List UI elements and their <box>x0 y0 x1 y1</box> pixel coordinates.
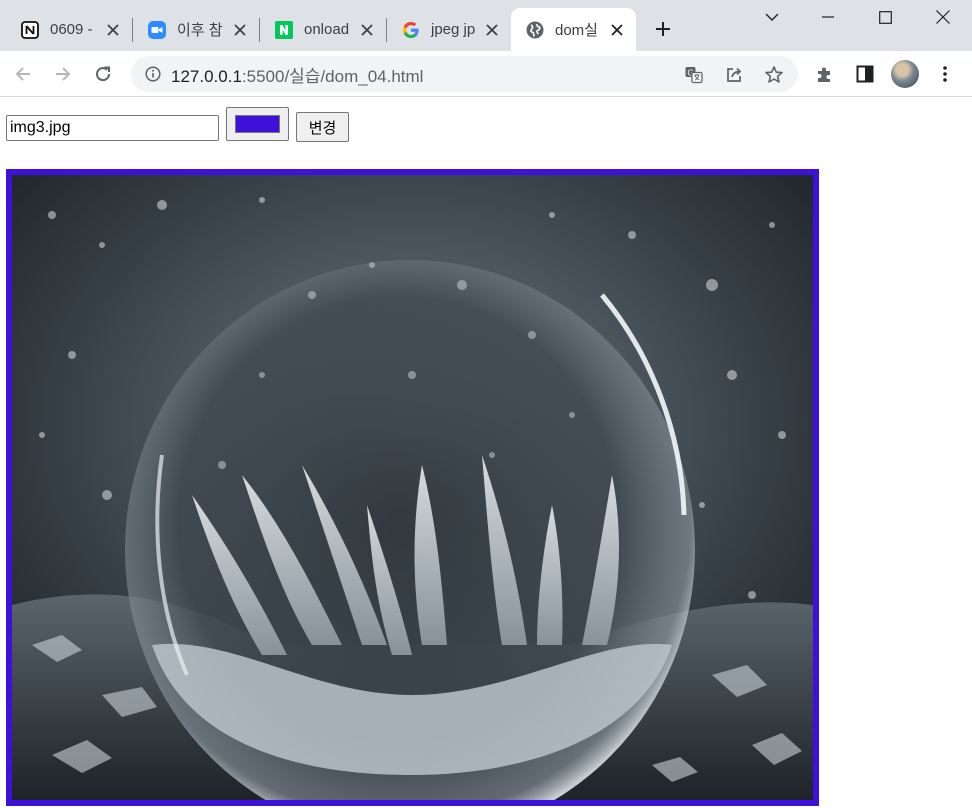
color-swatch <box>235 115 280 133</box>
address-bar[interactable]: 127.0.0.1:5500/실습/dom_04.html G <box>131 56 798 92</box>
plus-icon <box>656 22 670 36</box>
more-vert-icon <box>943 66 947 82</box>
arrow-left-icon <box>15 67 30 81</box>
puzzle-icon <box>818 67 830 82</box>
tab-dom-active[interactable]: dom실 <box>511 8 636 51</box>
close-icon[interactable] <box>104 21 122 39</box>
tab-title: 0609 - <box>50 21 93 38</box>
tab-strip: 0609 - 이후 참 onload jpeg jp dom실 <box>0 0 972 51</box>
side-panel-icon <box>856 65 874 83</box>
chevron-down-icon <box>765 13 779 21</box>
tab-title: 이후 참 <box>177 22 223 39</box>
translate-icon[interactable]: G <box>683 64 705 86</box>
share-icon[interactable] <box>723 64 745 86</box>
tab-title: onload <box>304 21 350 38</box>
url-text: 127.0.0.1:5500/실습/dom_04.html <box>171 62 423 87</box>
reload-icon <box>96 66 111 82</box>
minimize-icon <box>822 16 834 18</box>
back-button[interactable] <box>8 59 38 89</box>
tab-zoom[interactable]: 이후 참 <box>133 8 259 51</box>
close-icon[interactable] <box>608 21 626 39</box>
minimize-button[interactable] <box>805 0 851 34</box>
tab-notion[interactable]: 0609 - <box>6 8 132 51</box>
close-icon[interactable] <box>358 21 376 39</box>
browser-toolbar: 127.0.0.1:5500/실습/dom_04.html G <box>0 51 972 97</box>
close-window-button[interactable] <box>920 0 966 34</box>
extensions-button[interactable] <box>810 59 840 89</box>
tab-google[interactable]: jpeg jp <box>387 8 511 51</box>
close-icon[interactable] <box>483 21 501 39</box>
maximize-icon <box>878 10 892 24</box>
globe-icon <box>525 20 545 40</box>
notion-icon <box>20 20 40 40</box>
close-icon <box>936 10 950 24</box>
url-host: 127.0.0.1 <box>171 66 242 86</box>
close-icon[interactable] <box>231 21 249 39</box>
new-tab-button[interactable] <box>650 16 676 42</box>
page-content: 변경 <box>0 97 972 808</box>
url-path: :5500/실습/dom_04.html <box>241 66 424 86</box>
google-icon <box>401 20 421 40</box>
tab-naver[interactable]: onload <box>260 8 386 51</box>
naver-icon <box>274 20 294 40</box>
image-filename-input[interactable] <box>6 115 219 141</box>
arrow-right-icon <box>56 67 71 81</box>
change-button[interactable]: 변경 <box>296 112 349 142</box>
profile-avatar[interactable] <box>891 60 919 88</box>
tab-title: dom실 <box>555 22 598 39</box>
forward-button[interactable] <box>48 59 78 89</box>
border-color-picker[interactable] <box>226 107 289 141</box>
menu-button[interactable] <box>930 59 960 89</box>
maximize-button[interactable] <box>862 0 908 34</box>
side-panel-button[interactable] <box>850 59 880 89</box>
reload-button[interactable] <box>88 59 118 89</box>
image-frame <box>6 169 819 806</box>
info-icon[interactable] <box>144 65 162 83</box>
frozen-bubble-image <box>12 175 813 800</box>
bookmark-star-icon[interactable] <box>763 64 785 86</box>
tab-search-button[interactable] <box>749 0 795 34</box>
zoom-icon <box>147 20 167 40</box>
tab-title: jpeg jp <box>431 21 476 38</box>
